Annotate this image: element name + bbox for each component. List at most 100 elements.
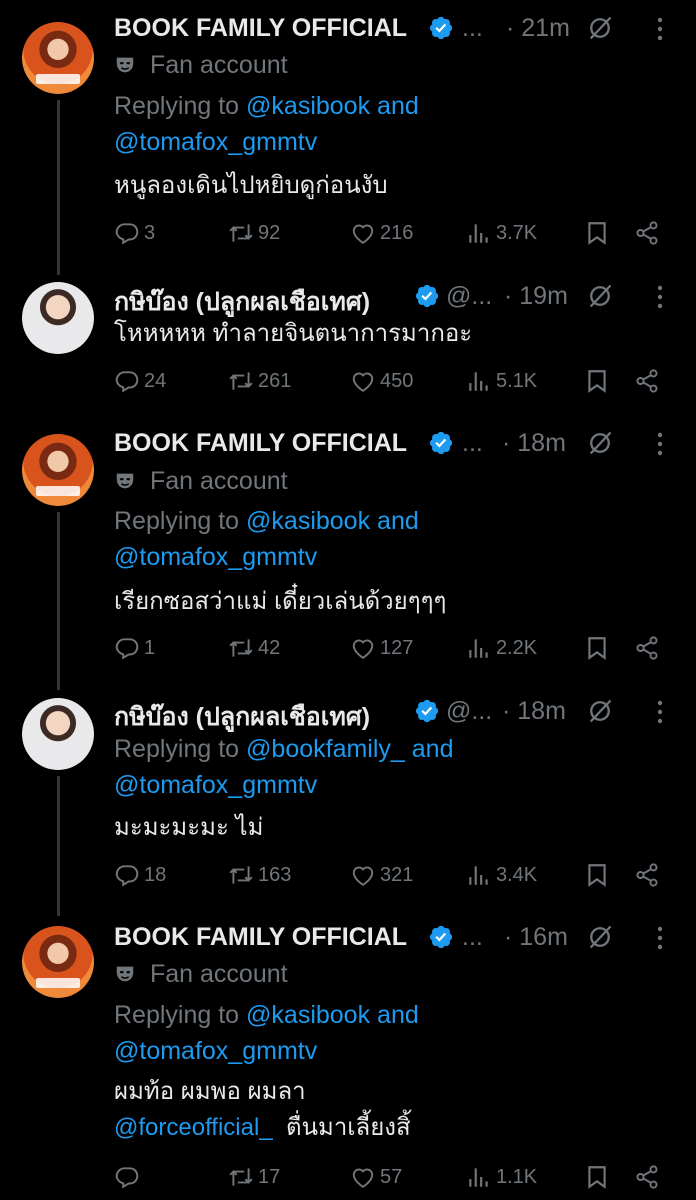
share-icon[interactable] [634, 635, 660, 661]
reply-user-link[interactable]: @bookfamily_ [246, 735, 405, 763]
views-icon [466, 635, 492, 661]
views-icon [466, 368, 492, 394]
avatar[interactable] [22, 22, 94, 94]
replying-to-prefix: Replying to [114, 735, 240, 763]
more-icon[interactable] [656, 431, 664, 457]
retweet-count: 42 [258, 636, 281, 659]
reply-button[interactable]: 18 [114, 860, 166, 890]
reply-user-link[interactable]: @tomafox_gmmtv [114, 771, 317, 799]
share-icon[interactable] [634, 220, 660, 246]
retweet-button[interactable]: 42 [228, 633, 280, 663]
timestamp[interactable]: · 19m [504, 282, 568, 311]
fan-mask-icon [114, 470, 136, 492]
avatar[interactable] [22, 434, 94, 506]
reply-and: and [411, 735, 454, 763]
fan-account-text: Fan account [150, 466, 288, 495]
share-icon[interactable] [634, 368, 660, 394]
timestamp[interactable]: · 18m [502, 697, 566, 726]
handle[interactable]: ... [462, 14, 483, 43]
bookmark-icon[interactable] [584, 1164, 610, 1190]
like-button[interactable]: 321 [350, 860, 413, 890]
timestamp[interactable]: · 18m [502, 429, 566, 458]
views-button[interactable]: 5.1K [466, 366, 537, 396]
reply-button[interactable]: 3 [114, 218, 155, 248]
grok-icon[interactable] [586, 429, 614, 457]
replying-to-prefix: Replying to [114, 1001, 240, 1029]
verified-badge-icon [414, 698, 440, 724]
like-icon [350, 368, 376, 394]
like-button[interactable]: 450 [350, 366, 413, 396]
views-icon [466, 862, 492, 888]
action-bar: 24 261 450 5.1K [114, 366, 674, 396]
bookmark-icon[interactable] [584, 635, 610, 661]
views-count: 3.7K [496, 221, 538, 244]
handle[interactable]: ... [462, 429, 483, 458]
like-button[interactable]: 216 [350, 218, 413, 248]
retweet-button[interactable]: 163 [228, 860, 291, 890]
bookmark-icon[interactable] [584, 862, 610, 888]
views-button[interactable]: 3.4K [466, 860, 537, 890]
more-icon[interactable] [656, 925, 664, 951]
mention-link[interactable]: @forceofficial_ [114, 1114, 273, 1141]
action-bar: 18 163 321 3.4K [114, 860, 674, 890]
action-bar: 1 42 127 2.2K [114, 633, 674, 663]
reply-and: and [377, 507, 419, 535]
display-name[interactable]: BOOK FAMILY OFFICIAL [114, 923, 407, 952]
handle[interactable]: ... [462, 923, 483, 952]
like-button[interactable]: 127 [350, 633, 413, 663]
reply-user-link[interactable]: @kasibook [246, 92, 370, 120]
views-icon [466, 1164, 492, 1190]
views-button[interactable]: 1.1K [466, 1162, 537, 1192]
retweet-button[interactable]: 92 [228, 218, 280, 248]
grok-icon[interactable] [586, 282, 614, 310]
retweet-count: 17 [258, 1165, 281, 1188]
reply-button[interactable]: 24 [114, 366, 166, 396]
handle[interactable]: @... [446, 697, 492, 726]
tweet-text-line: ผมท้อ ผมพอ ผมลา [114, 1078, 306, 1105]
views-icon [466, 220, 492, 246]
avatar-badge [36, 486, 80, 496]
display-name[interactable]: BOOK FAMILY OFFICIAL [114, 14, 407, 43]
timestamp[interactable]: · 16m [504, 923, 568, 952]
avatar[interactable] [22, 698, 94, 770]
reply-button[interactable] [114, 1162, 144, 1192]
share-icon[interactable] [634, 862, 660, 888]
more-icon[interactable] [656, 16, 664, 42]
more-icon[interactable] [656, 284, 664, 310]
display-name[interactable]: BOOK FAMILY OFFICIAL [114, 429, 407, 458]
retweet-count: 92 [258, 221, 281, 244]
replying-to: Replying to @kasibook and @tomafox_gmmtv [114, 88, 674, 160]
share-icon[interactable] [634, 1164, 660, 1190]
reply-user-link[interactable]: @tomafox_gmmtv [114, 1037, 317, 1065]
avatar-badge [36, 74, 80, 84]
tweet-text: เรียกซอสว่าแม่ เดี๋ยวเล่นด้วยๆๆๆ [114, 588, 447, 615]
retweet-icon [228, 1164, 254, 1190]
retweet-button[interactable]: 17 [228, 1162, 280, 1192]
views-button[interactable]: 2.2K [466, 633, 537, 663]
reply-button[interactable]: 1 [114, 633, 155, 663]
avatar[interactable] [22, 282, 94, 354]
grok-icon[interactable] [586, 697, 614, 725]
retweet-button[interactable]: 261 [228, 366, 291, 396]
reply-user-link[interactable]: @kasibook [246, 1001, 370, 1029]
views-button[interactable]: 3.7K [466, 218, 537, 248]
tweet-text-line: ตื่นมาเลี้ยงสิ้ [286, 1114, 411, 1141]
bookmark-icon[interactable] [584, 368, 610, 394]
action-bar: 3 92 216 3.7K [114, 218, 674, 248]
handle[interactable]: @... [446, 282, 492, 311]
fan-mask-icon [114, 54, 136, 76]
reply-user-link[interactable]: @kasibook [246, 507, 370, 535]
avatar[interactable] [22, 926, 94, 998]
retweet-icon [228, 635, 254, 661]
timestamp[interactable]: · 21m [506, 14, 570, 43]
reply-icon [114, 635, 140, 661]
bookmark-icon[interactable] [584, 220, 610, 246]
like-button[interactable]: 57 [350, 1162, 402, 1192]
grok-icon[interactable] [586, 923, 614, 951]
reply-user-link[interactable]: @tomafox_gmmtv [114, 128, 317, 156]
reply-count: 3 [144, 221, 156, 244]
replying-to: Replying to @kasibook and @tomafox_gmmtv [114, 503, 674, 575]
grok-icon[interactable] [586, 14, 614, 42]
more-icon[interactable] [656, 699, 664, 725]
reply-user-link[interactable]: @tomafox_gmmtv [114, 543, 317, 571]
